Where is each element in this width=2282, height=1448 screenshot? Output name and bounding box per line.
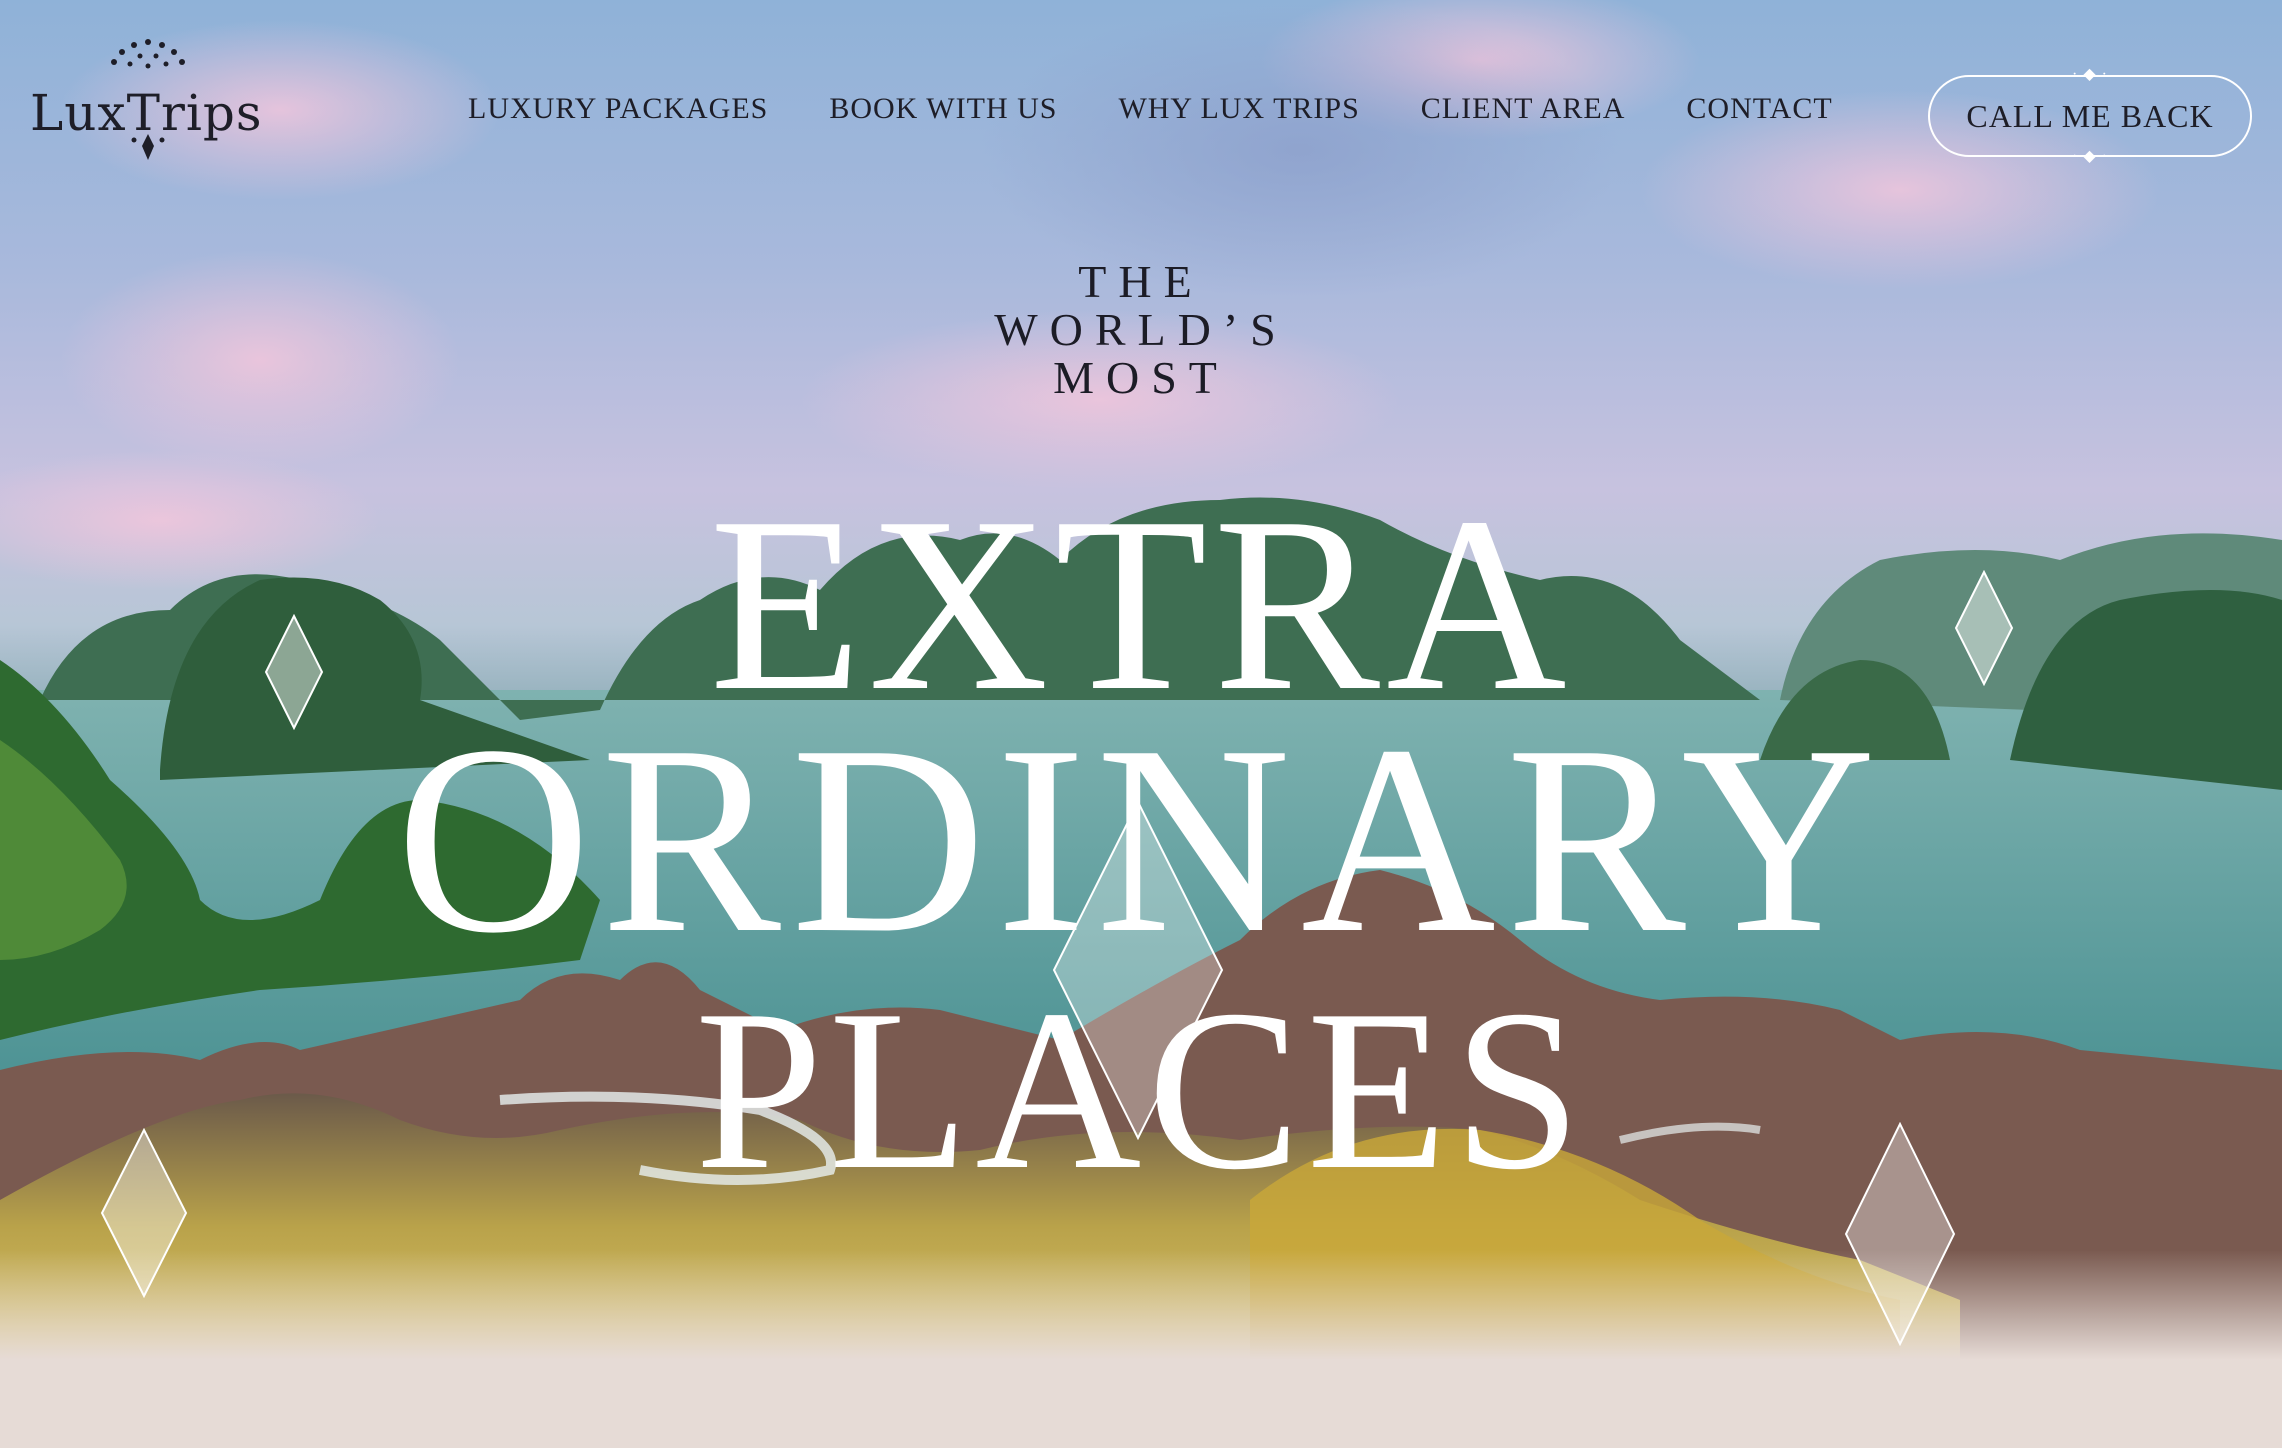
nav-item-book-with-us[interactable]: BOOK WITH US [829,92,1057,126]
diamond-ornament-icon [264,614,324,730]
call-me-back-label: CALL ME BACK [1966,97,2214,134]
tagline-line-1: THE [1078,256,1204,307]
tagline-line-2: WORLD’S [994,304,1288,355]
call-me-back-button[interactable]: · ◆ · CALL ME BACK · ◆ · [1928,67,2252,165]
nav-item-client-area[interactable]: CLIENT AREA [1421,92,1626,126]
diamond-ornament-icon [100,1128,188,1298]
tagline-line-3: MOST [1053,352,1229,403]
diamond-ornament-icon [1052,800,1224,1140]
ornament-top-icon: · ◆ · [2072,66,2108,83]
hero-section: LuxTrips LUXURY PACKAGES BOOK WITH US WH… [0,0,2282,1360]
section-divider-band [0,1360,2282,1448]
main-nav: LUXURY PACKAGES BOOK WITH US WHY LUX TRI… [468,92,1833,126]
ornament-bottom-icon: · ◆ · [2072,148,2108,165]
nav-item-contact[interactable]: CONTACT [1686,92,1832,126]
diamond-ornament-icon [1954,570,2014,686]
nav-item-luxury-packages[interactable]: LUXURY PACKAGES [468,92,768,126]
nav-item-why-lux-trips[interactable]: WHY LUX TRIPS [1118,92,1359,126]
brand-name: LuxTrips [30,84,263,142]
diamond-ornament-icon [1844,1122,1956,1346]
brand-logo[interactable]: LuxTrips [30,36,280,166]
